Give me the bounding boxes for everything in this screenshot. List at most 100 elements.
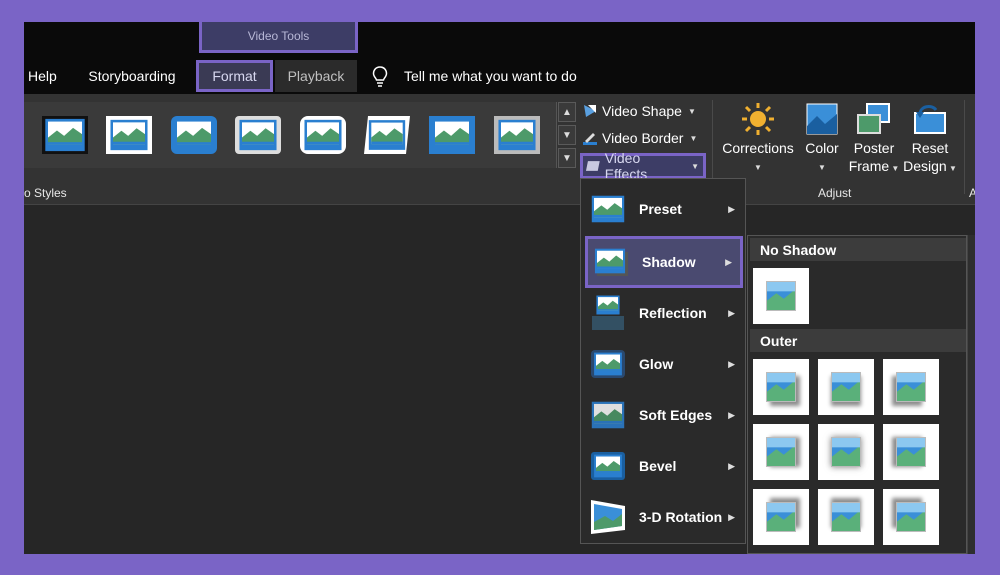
shadow-option-outer[interactable] [818, 359, 874, 415]
tab-format[interactable]: Format [196, 60, 273, 92]
ribbon: ▲ ▼ ▼ o Styles Video Shape ▼ Video Border… [24, 94, 975, 204]
app-window: Video Tools Help Storyboarding Format Pl… [24, 22, 975, 554]
preset-effect-icon [591, 195, 625, 223]
gallery-scroll-down-icon[interactable]: ▼ [558, 125, 576, 145]
chevron-down-icon: ▼ [689, 133, 698, 143]
video-shape-button[interactable]: Video Shape ▼ [580, 100, 696, 122]
chevron-right-icon: ▶ [728, 358, 735, 369]
tab-bar: Video Tools Help Storyboarding Format Pl… [24, 22, 975, 94]
gallery-expand-icon[interactable]: ▼ [558, 148, 576, 168]
tell-me-search[interactable]: Tell me what you want to do [404, 60, 577, 92]
color-button[interactable]: Color ▼ [800, 102, 844, 173]
next-group-label: A [969, 186, 975, 200]
reset-design-button[interactable]: Reset Design ▼ [902, 102, 958, 178]
poster-frame-icon [857, 103, 890, 134]
chevron-right-icon: ▶ [728, 460, 735, 471]
video-styles-gallery [24, 102, 557, 168]
shadow-option-outer[interactable] [883, 489, 939, 545]
outer-shadow-header: Outer [750, 329, 966, 352]
shadow-preview [831, 372, 861, 402]
chevron-down-icon: ▼ [754, 163, 762, 172]
video-effects-icon [585, 161, 600, 171]
video-style-thumb[interactable] [235, 116, 281, 154]
chevron-down-icon: ▼ [818, 163, 826, 172]
menu-item-glow[interactable]: Glow ▶ [585, 340, 743, 388]
shadow-preview [831, 502, 861, 532]
soft-edges-effect-icon [591, 401, 625, 429]
adjust-group-label: Adjust [818, 186, 852, 200]
chevron-right-icon: ▶ [728, 307, 735, 318]
menu-item-soft-edges[interactable]: Soft Edges ▶ [585, 391, 743, 439]
shadow-option-none[interactable] [753, 268, 809, 324]
video-effects-button[interactable]: Video Effects ▼ [580, 150, 706, 182]
menu-item-shadow[interactable]: Shadow ▶ [585, 236, 743, 288]
3d-rotation-effect-icon [591, 500, 625, 534]
video-style-thumb[interactable] [42, 116, 88, 154]
video-style-thumb[interactable] [429, 116, 475, 154]
corrections-button[interactable]: Corrections ▼ [720, 102, 796, 173]
menu-item-bevel[interactable]: Bevel ▶ [585, 442, 743, 490]
ribbon-divider [24, 204, 975, 205]
lightbulb-icon [372, 66, 388, 87]
shadow-preview [896, 437, 926, 467]
shadow-option-outer[interactable] [753, 489, 809, 545]
tab-playback[interactable]: Playback [275, 60, 357, 92]
shadow-option-outer[interactable] [883, 424, 939, 480]
poster-frame-label-2: Frame [848, 158, 890, 174]
tab-storyboarding[interactable]: Storyboarding [82, 60, 182, 92]
menu-item-label: Preset [639, 201, 682, 217]
chevron-down-icon: ▼ [889, 164, 900, 173]
shadow-preview [766, 502, 796, 532]
shadow-option-outer[interactable] [818, 489, 874, 545]
corrections-label: Corrections [722, 140, 794, 156]
shadow-gallery: No Shadow Outer [747, 235, 967, 554]
video-border-button[interactable]: Video Border ▼ [580, 127, 697, 149]
menu-item-preset[interactable]: Preset ▶ [585, 185, 743, 233]
reset-design-label-2: Design [903, 158, 947, 174]
menu-item-label: 3-D Rotation [639, 509, 723, 525]
reflection-effect-icon [592, 295, 624, 330]
video-border-label: Video Border [602, 130, 684, 146]
menu-item-label: Shadow [642, 254, 696, 270]
color-label: Color [805, 140, 839, 156]
bevel-effect-icon [591, 452, 625, 480]
menu-item-3d-rotation[interactable]: 3-D Rotation ▶ [585, 493, 743, 541]
reset-design-label-1: Reset [911, 140, 949, 156]
pencil-icon [583, 133, 597, 145]
glow-effect-icon [591, 350, 625, 378]
shadow-preview [766, 437, 796, 467]
video-styles-group-label: o Styles [24, 186, 67, 200]
reset-design-icon [914, 105, 946, 134]
shadow-preview [766, 281, 796, 311]
video-style-thumb[interactable] [171, 116, 217, 154]
no-shadow-header: No Shadow [750, 238, 966, 261]
poster-frame-button[interactable]: Poster Frame ▼ [848, 102, 900, 178]
shadow-preview [766, 372, 796, 402]
poster-frame-label-1: Poster [853, 140, 895, 156]
chevron-right-icon: ▶ [725, 256, 732, 267]
video-style-thumb[interactable] [364, 116, 410, 154]
shadow-option-outer[interactable] [753, 424, 809, 480]
menu-item-label: Bevel [639, 458, 677, 474]
chevron-down-icon: ▼ [691, 161, 699, 171]
gallery-scroll-up-icon[interactable]: ▲ [558, 102, 576, 122]
gallery-scrollbar[interactable] [967, 235, 975, 554]
menu-item-label: Reflection [639, 305, 707, 321]
tab-help[interactable]: Help [24, 60, 64, 92]
menu-item-reflection[interactable]: Reflection ▶ [585, 289, 743, 337]
shadow-option-outer[interactable] [753, 359, 809, 415]
ribbon-separator [964, 100, 965, 194]
video-style-thumb[interactable] [106, 116, 152, 154]
video-tools-context-tab: Video Tools [199, 22, 358, 53]
video-style-thumb[interactable] [300, 116, 346, 154]
shadow-preview [896, 502, 926, 532]
chevron-right-icon: ▶ [728, 409, 735, 420]
shadow-preview [896, 372, 926, 402]
video-effects-menu: Preset ▶ Shadow ▶ Reflection ▶ Glow ▶ So… [580, 178, 746, 544]
chevron-right-icon: ▶ [728, 511, 735, 522]
shadow-option-outer[interactable] [883, 359, 939, 415]
shadow-option-outer[interactable] [818, 424, 874, 480]
shadow-preview [831, 437, 861, 467]
chevron-down-icon: ▼ [946, 164, 957, 173]
video-style-thumb[interactable] [494, 116, 540, 154]
